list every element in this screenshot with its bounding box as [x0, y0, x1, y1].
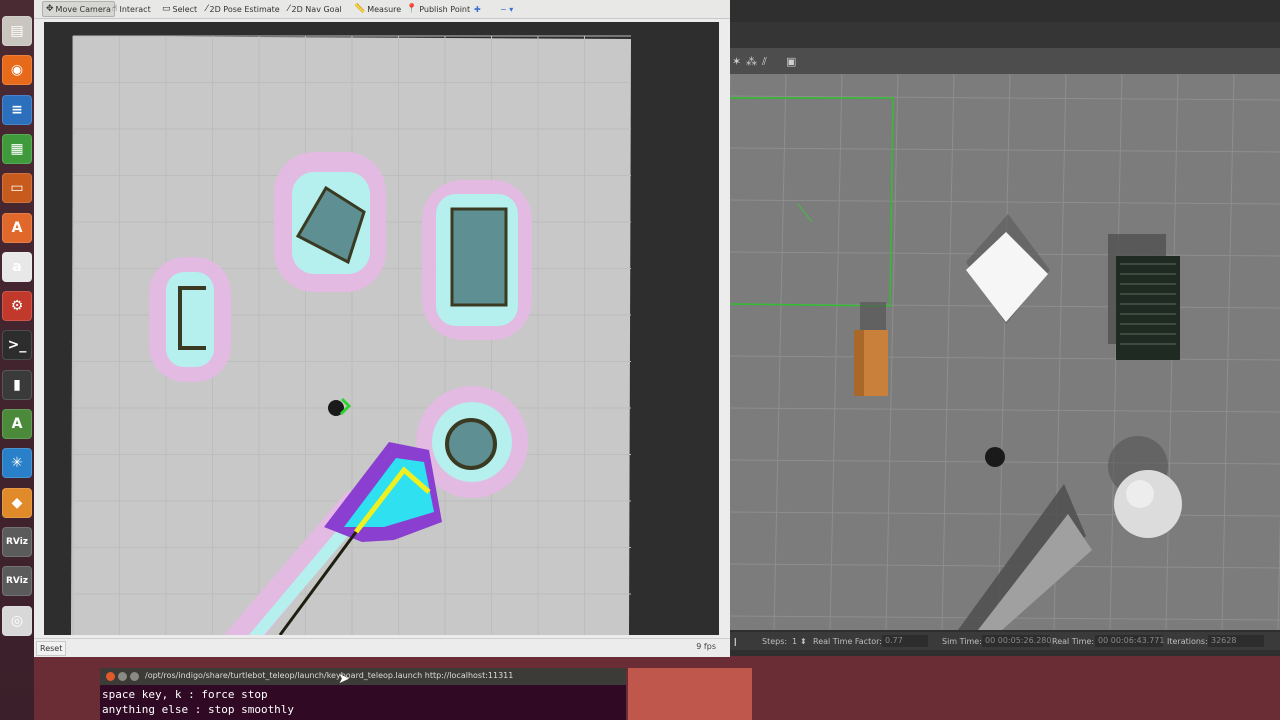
impress-icon[interactable]: ▭	[2, 173, 32, 204]
files-icon[interactable]: ▤	[2, 16, 32, 46]
usb-icon[interactable]: ▮	[2, 369, 32, 400]
add-tool-icon[interactable]: ✚	[474, 2, 481, 16]
terminal-titlebar[interactable]: /opt/ros/indigo/share/turtlebot_teleop/l…	[100, 668, 626, 685]
mouse-cursor-icon: ➤	[338, 671, 350, 687]
costmap-view[interactable]	[44, 22, 719, 635]
obstacle-rectangle	[450, 207, 508, 307]
real-time-label: Real Time:	[1052, 637, 1095, 646]
tool-move-camera[interactable]: ✥ Move Camera	[42, 1, 115, 17]
gazebo-toolbar: ✶ ⁂ ⫽ ▣	[730, 48, 1280, 74]
tool-select[interactable]: ▭ Select	[162, 2, 197, 16]
steps-label: Steps:	[762, 637, 788, 646]
move-camera-icon: ✥	[46, 4, 54, 14]
display-icon[interactable]: ✳	[2, 448, 32, 479]
real-time-value: 00 00:06:43.771	[1095, 635, 1164, 647]
sun-light-icon[interactable]: ✶	[732, 55, 741, 68]
calc-icon[interactable]: ▦	[2, 133, 32, 164]
pause-icon[interactable]: ❙	[732, 637, 739, 646]
spot-light-icon[interactable]: ⁂	[746, 55, 757, 68]
close-icon[interactable]	[106, 672, 115, 681]
select-icon: ▭	[162, 4, 171, 14]
rviz-window: ✥ Move Camera ☝ Interact ▭ Select ⁄ 2D Pose Est…	[34, 0, 730, 657]
terminal-icon[interactable]: >_	[2, 330, 32, 361]
tool-interact[interactable]: ☝ Interact	[112, 2, 151, 16]
minimize-icon[interactable]	[118, 672, 127, 681]
sim-time-value: 00 00:05:26.280	[982, 635, 1051, 647]
steps-value[interactable]: 1	[792, 637, 797, 646]
interact-icon: ☝	[112, 4, 118, 14]
remove-tool-icon[interactable]: − ▾	[500, 2, 513, 16]
rviz-toolbar: ✥ Move Camera ☝ Interact ▭ Select ⁄ 2D Pose Est…	[34, 0, 730, 19]
tool-label: 2D Nav Goal	[291, 4, 342, 14]
gazebo-3d-view[interactable]	[730, 74, 1280, 630]
gazebo-title-area	[730, 22, 1280, 48]
gazebo-icon[interactable]: ◆	[2, 487, 32, 518]
terminal-line: space key, k : force stop	[102, 688, 268, 701]
iterations-label: Iterations:	[1167, 637, 1208, 646]
ground-plane	[730, 74, 1280, 630]
rviz-3d-view[interactable]	[44, 22, 719, 635]
directional-light-icon[interactable]: ⫽	[762, 55, 767, 69]
tool-label: Interact	[119, 4, 151, 14]
rviz-icon[interactable]: RViz	[2, 526, 32, 557]
tool-measure[interactable]: 📏 Measure	[354, 2, 401, 16]
pose-estimate-icon: ⁄	[206, 4, 208, 14]
terminal-title: /opt/ros/indigo/share/turtlebot_teleop/l…	[145, 671, 514, 680]
sphere-highlight	[1126, 480, 1154, 508]
steps-spinner-icon[interactable]: ⬍	[800, 637, 807, 646]
measure-icon: 📏	[354, 4, 366, 14]
terminal-window[interactable]: /opt/ros/indigo/share/turtlebot_teleop/l…	[100, 668, 626, 720]
tool-label: Move Camera	[55, 4, 111, 14]
firefox-icon[interactable]: ◉	[2, 55, 32, 86]
publish-point-icon: 📍	[406, 4, 418, 14]
orange-box-side	[854, 330, 864, 396]
nav-goal-icon: ⁄	[288, 4, 290, 14]
tool-label: 2D Pose Estimate	[209, 4, 280, 14]
sim-time-label: Sim Time:	[942, 637, 982, 646]
tool-2d-pose-estimate[interactable]: ⁄ 2D Pose Estimate	[206, 2, 280, 16]
reset-button[interactable]: Reset	[36, 641, 67, 656]
desktop-background-accent	[628, 668, 752, 720]
gazebo-scene[interactable]	[730, 74, 1280, 630]
rviz-status-bar: Reset 9 fps	[34, 638, 730, 657]
update-icon[interactable]: A	[2, 409, 32, 439]
tool-label: Publish Point	[419, 4, 471, 14]
tool-label: Select	[172, 4, 198, 14]
unity-launcher: ▤ ◉ ≡ ▦ ▭ Aa ⚙ >_ ▮ A ✳ ◆ RViz RViz ◎	[0, 0, 34, 720]
fps-counter: 9 fps	[696, 642, 716, 651]
terminal-output[interactable]: space key, k : force stop anything else …	[102, 687, 294, 717]
gazebo-status-bar: ❙ Steps: 1 ⬍ Real Time Factor: 0.77 Sim …	[730, 632, 1280, 650]
gazebo-window: ✶ ⁂ ⫽ ▣ ❙ Steps: 1 ⬍ Real Time Factor: 0…	[730, 0, 1280, 656]
rtf-label: Real Time Factor:	[813, 637, 882, 646]
turtlebot-model	[985, 447, 1005, 467]
maximize-icon[interactable]	[130, 672, 139, 681]
tool-publish-point[interactable]: 📍 Publish Point	[406, 2, 470, 16]
amazon-icon[interactable]: a	[2, 251, 32, 282]
screenshot-icon[interactable]: ▣	[786, 55, 796, 68]
writer-icon[interactable]: ≡	[2, 94, 32, 125]
tool-2d-nav-goal[interactable]: ⁄ 2D Nav Goal	[288, 2, 342, 16]
rtf-value: 0.77	[882, 635, 928, 647]
orange-box-shadow	[860, 302, 886, 332]
rviz-icon[interactable]: RViz	[2, 566, 32, 597]
iterations-value: 32628	[1208, 635, 1264, 647]
terminal-line: anything else : stop smoothly	[102, 703, 295, 716]
dvd-icon[interactable]: ◎	[2, 605, 32, 636]
tool-label: Measure	[367, 4, 402, 14]
software-center-icon[interactable]: A	[2, 212, 32, 243]
obstacle-sphere	[445, 418, 497, 470]
settings-icon[interactable]: ⚙	[2, 291, 32, 322]
